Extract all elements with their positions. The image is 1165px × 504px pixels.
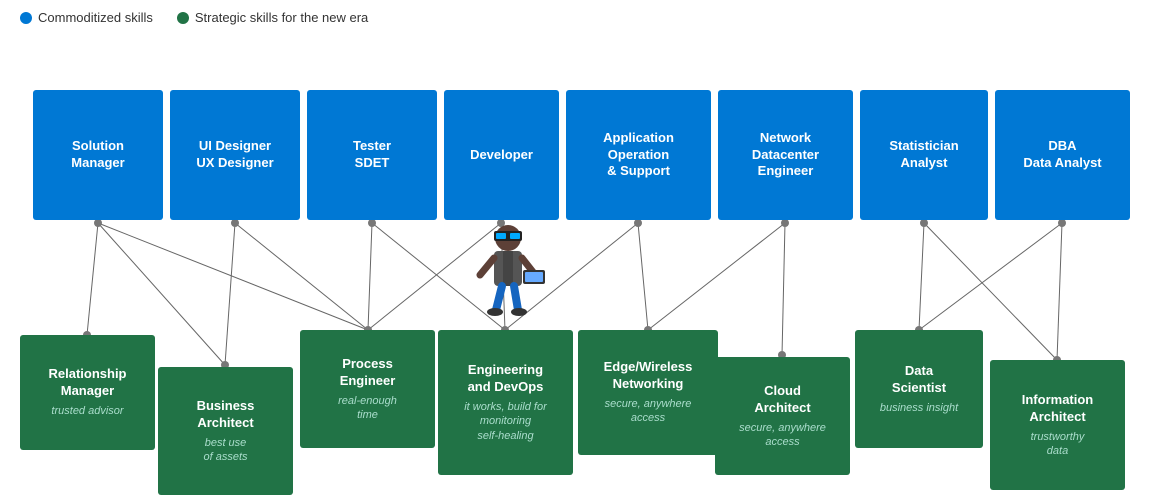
engineering-devops-label: Engineeringand DevOps	[468, 362, 544, 396]
solution-manager-label: SolutionManager	[71, 138, 124, 172]
developer-box: Developer	[444, 90, 559, 220]
commoditized-dot	[20, 12, 32, 24]
edge-networking-box: Edge/WirelessNetworking secure, anywhere…	[578, 330, 718, 455]
solution-manager-box: SolutionManager	[33, 90, 163, 220]
strategic-dot	[177, 12, 189, 24]
edge-networking-subtitle: secure, anywhereaccess	[605, 397, 692, 426]
ui-designer-label: UI DesignerUX Designer	[196, 138, 273, 172]
statistician-label: StatisticianAnalyst	[889, 138, 958, 172]
dba-label: DBAData Analyst	[1023, 138, 1101, 172]
tester-label: TesterSDET	[353, 138, 391, 172]
data-scientist-subtitle: business insight	[880, 401, 958, 415]
commoditized-label: Commoditized skills	[38, 10, 153, 25]
legend-strategic: Strategic skills for the new era	[177, 10, 368, 25]
cloud-architect-subtitle: secure, anywhereaccess	[739, 421, 826, 450]
person-figure	[468, 220, 548, 330]
relationship-manager-subtitle: trusted advisor	[51, 404, 123, 418]
business-architect-box: BusinessArchitect best useof assets	[158, 367, 293, 495]
business-architect-label: BusinessArchitect	[197, 398, 255, 432]
app-operation-box: ApplicationOperation& Support	[566, 90, 711, 220]
business-architect-subtitle: best useof assets	[203, 436, 247, 465]
info-architect-box: InformationArchitect trustworthydata	[990, 360, 1125, 490]
tester-box: TesterSDET	[307, 90, 437, 220]
app-operation-label: ApplicationOperation& Support	[603, 130, 674, 181]
edge-networking-label: Edge/WirelessNetworking	[604, 359, 693, 393]
engineering-devops-box: Engineeringand DevOps it works, build fo…	[438, 330, 573, 475]
network-engineer-box: NetworkDatacenterEngineer	[718, 90, 853, 220]
cloud-architect-label: CloudArchitect	[754, 383, 810, 417]
process-engineer-subtitle: real-enoughtime	[338, 394, 397, 423]
diagram-area: SolutionManager UI DesignerUX Designer T…	[0, 35, 1165, 495]
dba-box: DBAData Analyst	[995, 90, 1130, 220]
developer-label: Developer	[470, 147, 533, 164]
engineering-devops-subtitle: it works, build formonitoringself-healin…	[464, 400, 547, 443]
relationship-manager-label: RelationshipManager	[48, 366, 126, 400]
legend-commoditized: Commoditized skills	[20, 10, 153, 25]
data-scientist-box: DataScientist business insight	[855, 330, 983, 448]
data-scientist-label: DataScientist	[892, 363, 946, 397]
relationship-manager-box: RelationshipManager trusted advisor	[20, 335, 155, 450]
ui-designer-box: UI DesignerUX Designer	[170, 90, 300, 220]
process-engineer-label: ProcessEngineer	[340, 356, 396, 390]
statistician-box: StatisticianAnalyst	[860, 90, 988, 220]
info-architect-label: InformationArchitect	[1022, 392, 1094, 426]
process-engineer-box: ProcessEngineer real-enoughtime	[300, 330, 435, 448]
info-architect-subtitle: trustworthydata	[1031, 430, 1085, 459]
legend: Commoditized skills Strategic skills for…	[0, 0, 1165, 35]
cloud-architect-box: CloudArchitect secure, anywhereaccess	[715, 357, 850, 475]
strategic-label: Strategic skills for the new era	[195, 10, 368, 25]
network-engineer-label: NetworkDatacenterEngineer	[752, 130, 819, 181]
